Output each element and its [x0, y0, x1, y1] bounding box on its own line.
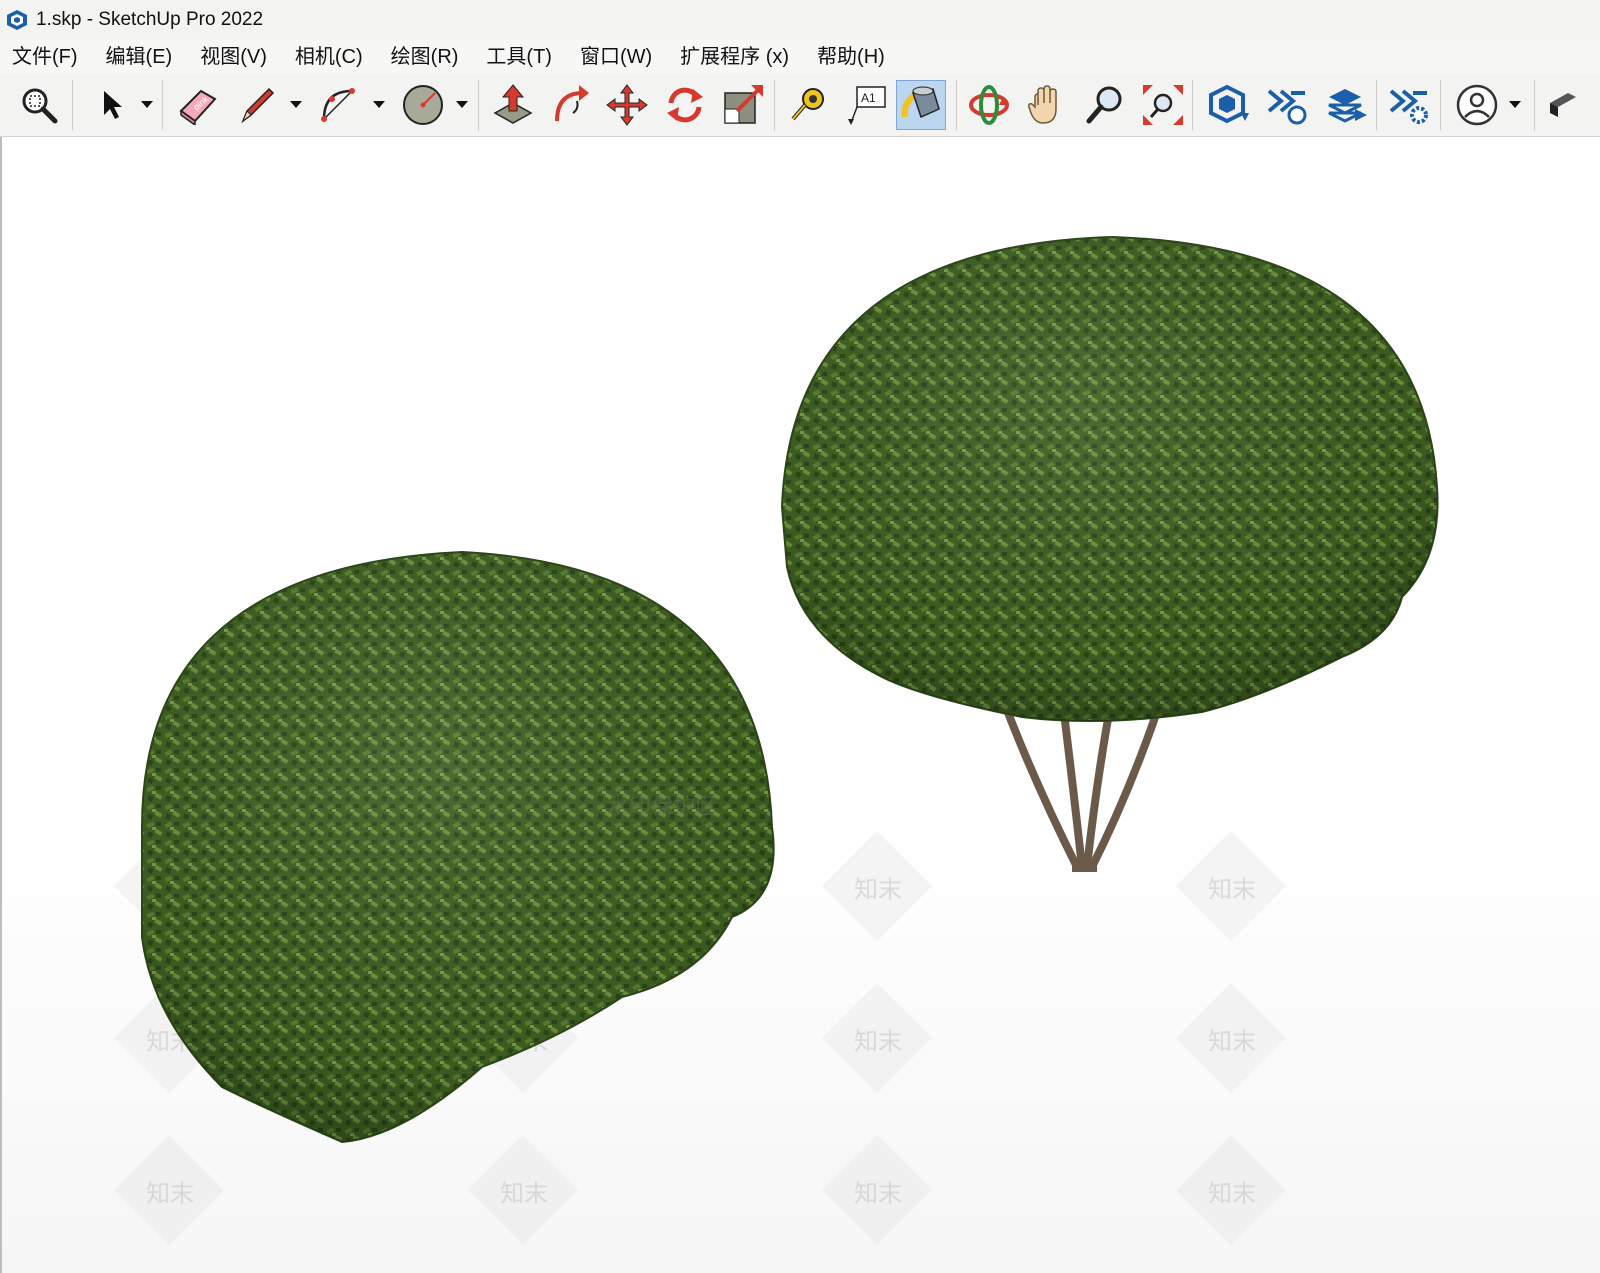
extension-manager-button[interactable]	[1384, 80, 1434, 130]
text-button[interactable]: A1	[842, 80, 892, 130]
scale-icon	[724, 85, 763, 124]
chevron-down-icon	[141, 101, 153, 108]
orbit-button[interactable]	[964, 80, 1014, 130]
rotate-icon	[667, 87, 703, 123]
box-icon	[1550, 93, 1576, 117]
follow-me-icon	[555, 85, 589, 122]
paint-bucket-button[interactable]	[896, 80, 946, 130]
follow-me-button[interactable]	[546, 80, 596, 130]
menu-window[interactable]: 窗口(W)	[568, 40, 664, 74]
user-account-icon	[1456, 84, 1498, 126]
line-button[interactable]	[232, 80, 282, 130]
toolbar-separator	[1192, 80, 1193, 130]
watermark-text: 水印保护区	[607, 794, 717, 819]
menu-view[interactable]: 视图(V)	[188, 40, 279, 74]
move-icon	[606, 84, 648, 126]
chevron-down-icon	[290, 101, 302, 108]
menu-extensions[interactable]: 扩展程序 (x)	[668, 40, 801, 74]
toolbar-separator	[956, 80, 957, 130]
scale-button[interactable]	[718, 80, 768, 130]
tape-measure-button[interactable]	[784, 80, 834, 130]
move-button[interactable]	[602, 80, 652, 130]
pan-icon	[1028, 85, 1057, 124]
line-dropdown[interactable]	[289, 96, 303, 114]
main-toolbar: pink A1	[0, 74, 1600, 137]
3d-warehouse-icon	[1209, 84, 1249, 124]
model-viewport[interactable]: 知末 知末 知末 知末 知末 知末 知末 知末 知末 知末 知末 知末	[0, 137, 1600, 1273]
zoom-window-icon	[22, 88, 58, 124]
menu-camera[interactable]: 相机(C)	[283, 40, 375, 74]
toolbar-separator	[162, 80, 163, 130]
title-bar: 1.skp - SketchUp Pro 2022	[0, 0, 1600, 40]
arc-dropdown[interactable]	[372, 96, 386, 114]
extension-warehouse-button[interactable]	[1262, 80, 1312, 130]
arc-icon	[321, 88, 355, 122]
menu-help[interactable]: 帮助(H)	[805, 40, 897, 74]
rotate-button[interactable]	[660, 80, 710, 130]
scene-canvas: 水印保护区	[141, 235, 1439, 1144]
chevron-down-icon	[373, 101, 385, 108]
toolbar-separator	[774, 80, 775, 130]
select-icon	[104, 91, 122, 119]
sketchup-app-icon	[7, 10, 27, 30]
circle-dropdown[interactable]	[455, 96, 469, 114]
push-pull-button[interactable]	[488, 80, 538, 130]
zoom-extents-icon	[1143, 85, 1183, 125]
orbit-icon	[969, 85, 1009, 125]
toolbar-separator	[1534, 80, 1535, 130]
chevron-down-icon	[1509, 101, 1521, 108]
zoom-window-button[interactable]	[14, 80, 64, 130]
extension-manager-icon	[1389, 89, 1428, 124]
toolbar-separator	[1376, 80, 1377, 130]
chevron-down-icon	[456, 101, 468, 108]
zoom-button[interactable]	[1080, 80, 1130, 130]
menu-edit[interactable]: 编辑(E)	[94, 40, 185, 74]
text-icon: A1	[848, 86, 886, 125]
select-button[interactable]	[86, 80, 136, 130]
circle-button[interactable]	[398, 80, 448, 130]
overflow-tool-button[interactable]	[1546, 80, 1600, 130]
text-tool-label: A1	[861, 91, 876, 105]
toolbar-separator	[1440, 80, 1441, 130]
menu-tools[interactable]: 工具(T)	[474, 40, 564, 74]
menu-draw[interactable]: 绘图(R)	[379, 40, 471, 74]
3d-warehouse-button[interactable]	[1204, 80, 1254, 130]
shrub-sphere[interactable]	[141, 550, 775, 1144]
eraser-button[interactable]: pink	[172, 80, 222, 130]
paint-bucket-icon	[901, 86, 940, 119]
layout-send-icon	[1328, 89, 1367, 123]
tape-measure-icon	[791, 88, 824, 121]
tree-shrub[interactable]	[780, 235, 1439, 872]
select-dropdown[interactable]	[140, 96, 154, 114]
send-to-layout-button[interactable]	[1322, 80, 1372, 130]
eraser-icon: pink	[179, 89, 217, 125]
user-account-button[interactable]	[1452, 80, 1502, 130]
zoom-icon	[1086, 86, 1122, 124]
push-pull-icon	[493, 84, 533, 124]
menu-bar: 文件(F) 编辑(E) 视图(V) 相机(C) 绘图(R) 工具(T) 窗口(W…	[0, 40, 1600, 74]
zoom-extents-button[interactable]	[1138, 80, 1188, 130]
user-account-dropdown[interactable]	[1508, 96, 1522, 114]
window-title: 1.skp - SketchUp Pro 2022	[36, 9, 264, 30]
arc-button[interactable]	[315, 80, 365, 130]
menu-file[interactable]: 文件(F)	[0, 40, 90, 74]
toolbar-separator	[72, 80, 73, 130]
toolbar-separator	[478, 80, 479, 130]
extension-warehouse-icon	[1267, 89, 1307, 125]
pencil-icon	[241, 87, 275, 124]
pan-button[interactable]	[1022, 80, 1072, 130]
circle-icon	[403, 85, 443, 125]
